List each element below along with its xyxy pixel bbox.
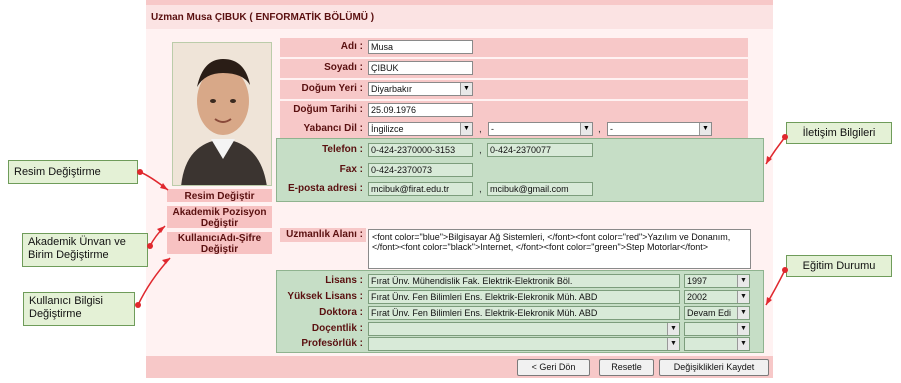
yabanci-dil-label: Yabancı Dil :	[303, 123, 363, 134]
sidebar-item-kullanici-sifre[interactable]: KullanıcıAdı-Şifre Değiştir	[167, 232, 272, 256]
separator-comma: ,	[598, 124, 601, 135]
uzmanlik-label: Uzmanlık Alanı :	[280, 228, 366, 242]
chevron-down-icon: ▼	[737, 291, 749, 303]
page-title: Uzman Musa ÇIBUK ( ENFORMATİK BÖLÜMÜ )	[146, 5, 773, 29]
telefon-input-2[interactable]: 0-424-2370077	[487, 143, 593, 157]
yabanci-dil-select-2[interactable]: - ▼	[488, 122, 593, 136]
chevron-down-icon: ▼	[699, 123, 711, 135]
yabanci-dil-value: -	[610, 124, 613, 134]
yabanci-dil-value: -	[491, 124, 494, 134]
callout-akademik: Akademik Ünvan ve Birim Değiştirme	[22, 233, 148, 267]
eposta-input-2[interactable]: mcibuk@gmail.com	[487, 182, 593, 196]
callout-iletisim: İletişim Bilgileri	[786, 122, 892, 144]
uzmanlik-textarea[interactable]: <font color="blue">Bilgisayar Ağ Sisteml…	[368, 229, 751, 269]
dogum-tarihi-input[interactable]: 25.09.1976	[368, 103, 473, 117]
person-photo-icon	[173, 43, 271, 185]
telefon-input-1[interactable]: 0-424-2370000-3153	[368, 143, 473, 157]
telefon-label: Telefon :	[322, 144, 363, 155]
chevron-down-icon: ▼	[667, 338, 679, 350]
dogum-tarihi-label: Doğum Tarihi :	[293, 104, 363, 115]
sidebar-item-label: Resim Değiştir	[184, 191, 255, 202]
chevron-down-icon: ▼	[460, 83, 472, 95]
yabanci-dil-select-3[interactable]: - ▼	[607, 122, 712, 136]
yuksek-lisans-school-input[interactable]: Fırat Ünv. Fen Bilimleri Ens. Elektrik-E…	[368, 290, 680, 304]
profile-photo	[172, 42, 272, 186]
separator-comma: ,	[479, 124, 482, 135]
yabanci-dil-select-1[interactable]: İngilizce ▼	[368, 122, 473, 136]
chevron-down-icon: ▼	[667, 323, 679, 335]
eposta-input-1[interactable]: mcibuk@firat.edu.tr	[368, 182, 473, 196]
soyadi-input[interactable]: ÇIBUK	[368, 61, 473, 75]
chevron-down-icon: ▼	[580, 123, 592, 135]
docentlik-year-select[interactable]: ▼	[684, 322, 750, 336]
profesorluk-school-select[interactable]: ▼	[368, 337, 680, 351]
adi-label: Adı :	[340, 41, 363, 52]
sidebar-item-label: KullanıcıAdı-Şifre Değiştir	[177, 233, 262, 255]
chevron-down-icon: ▼	[737, 323, 749, 335]
adi-input[interactable]: Musa	[368, 40, 473, 54]
lisans-school-input[interactable]: Fırat Ünv. Mühendislik Fak. Elektrik-Ele…	[368, 274, 680, 288]
profesorluk-year-select[interactable]: ▼	[684, 337, 750, 351]
docentlik-label: Doçentlik :	[311, 323, 363, 334]
lisans-year-value: 1997	[687, 276, 708, 286]
reset-button[interactable]: Resetle	[599, 359, 654, 376]
yabanci-dil-value: İngilizce	[371, 124, 404, 134]
dogum-yeri-value: Diyarbakır	[371, 84, 413, 94]
dogum-yeri-label: Doğum Yeri :	[301, 83, 364, 94]
separator-comma: ,	[479, 184, 482, 195]
callout-resim: Resim Değiştirme	[8, 160, 138, 184]
eposta-label: E-posta adresi :	[287, 183, 363, 194]
dogum-yeri-select[interactable]: Diyarbakır ▼	[368, 82, 473, 96]
soyadi-label: Soyadı :	[324, 62, 363, 73]
sidebar-item-resim-degistir[interactable]: Resim Değiştir	[167, 189, 272, 204]
fax-input[interactable]: 0-424-2370073	[368, 163, 473, 177]
doktora-label: Doktora :	[319, 307, 363, 318]
sidebar-item-label: Akademik Pozisyon Değiştir	[172, 207, 267, 229]
profesorluk-label: Profesörlük :	[301, 338, 363, 349]
chevron-down-icon: ▼	[737, 307, 749, 319]
lisans-label: Lisans :	[325, 275, 363, 286]
yuksek-lisans-year-select[interactable]: 2002 ▼	[684, 290, 750, 304]
callout-egitim: Eğitim Durumu	[786, 255, 892, 277]
chevron-down-icon: ▼	[460, 123, 472, 135]
sidebar-item-akademik-pozisyon[interactable]: Akademik Pozisyon Değiştir	[167, 206, 272, 230]
docentlik-school-select[interactable]: ▼	[368, 322, 680, 336]
chevron-down-icon: ▼	[737, 338, 749, 350]
callout-kullanici: Kullanıcı Bilgisi Değiştirme	[23, 292, 135, 326]
yuksek-lisans-label: Yüksek Lisans :	[287, 291, 363, 302]
yuksek-lisans-year-value: 2002	[687, 292, 708, 302]
lisans-year-select[interactable]: 1997 ▼	[684, 274, 750, 288]
doktora-year-value: Devam Edi	[687, 308, 732, 318]
back-button[interactable]: < Geri Dön	[517, 359, 590, 376]
separator-comma: ,	[479, 145, 482, 156]
doktora-school-input[interactable]: Fırat Ünv. Fen Bilimleri Ens. Elektrik-E…	[368, 306, 680, 320]
save-button[interactable]: Değişiklikleri Kaydet	[659, 359, 769, 376]
fax-label: Fax :	[339, 164, 363, 175]
chevron-down-icon: ▼	[737, 275, 749, 287]
doktora-year-select[interactable]: Devam Edi ▼	[684, 306, 750, 320]
